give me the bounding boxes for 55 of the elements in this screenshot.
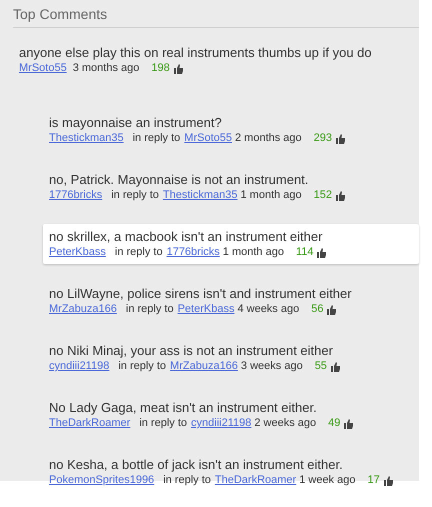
reply-label: in reply to <box>114 245 163 260</box>
timestamp: 3 weeks ago <box>240 359 303 374</box>
reply-label: in reply to <box>118 359 166 374</box>
like-count: 114 <box>296 245 314 260</box>
like-count: 56 <box>311 302 324 317</box>
comment-text: no LilWayne, police sirens isn't and instrument either <box>49 285 353 302</box>
thumbs-up-icon[interactable] <box>327 304 336 314</box>
thumbs-up-icon[interactable] <box>336 134 346 144</box>
username-link[interactable]: PeterKbass <box>49 245 106 260</box>
thumbs-up-icon[interactable] <box>384 476 393 486</box>
timestamp: 2 weeks ago <box>254 416 316 431</box>
timestamp: 3 months ago <box>72 61 140 76</box>
timestamp: 2 months ago <box>235 131 302 146</box>
reply-label: in reply to <box>126 302 174 317</box>
like-count: 49 <box>328 416 340 431</box>
comment-text: No Lady Gaga, meat isn't an instrument either. <box>49 399 318 416</box>
username-link[interactable]: 1776bricks <box>166 245 220 260</box>
username-link[interactable]: PokemonSprites1996 <box>49 473 154 488</box>
reply-label: in reply to <box>163 473 211 488</box>
username-link[interactable]: MrZabuza166 <box>170 359 238 374</box>
username-link[interactable]: cyndiii21198 <box>191 416 252 431</box>
timestamp: 4 weeks ago <box>237 302 300 317</box>
username-link[interactable]: MrSoto55 <box>184 131 232 146</box>
comment-text: is mayonnaise an instrument? <box>49 114 223 131</box>
like-count: 293 <box>314 131 332 146</box>
timestamp: 1 month ago <box>240 188 302 203</box>
reply-label: in reply to <box>139 416 188 431</box>
like-count: 198 <box>151 61 170 76</box>
reply-label: in reply to <box>111 188 159 203</box>
timestamp: 1 month ago <box>222 245 284 260</box>
thumbs-up-icon[interactable] <box>317 248 326 258</box>
thumbs-up-icon[interactable] <box>174 64 183 74</box>
like-count: 17 <box>367 473 380 488</box>
username-link[interactable]: MrSoto55 <box>19 61 67 76</box>
like-count: 152 <box>314 188 332 203</box>
username-link[interactable]: TheDarkRoamer <box>49 416 130 431</box>
comment-text: anyone else play this on real instruments thumbs up if you do <box>19 44 373 61</box>
username-link[interactable]: PeterKbass <box>178 302 234 317</box>
username-link[interactable]: 1776bricks <box>49 188 102 203</box>
username-link[interactable]: TheDarkRoamer <box>214 473 296 488</box>
thumbs-up-icon[interactable] <box>336 190 346 200</box>
username-link[interactable]: cyndiii21198 <box>49 359 110 374</box>
reply-label: in reply to <box>132 131 180 146</box>
comment-text: no skrillex, a macbook isn't an instrument either <box>49 228 324 245</box>
username-link[interactable]: Thestickman35 <box>49 131 124 146</box>
timestamp: 1 week ago <box>299 473 356 488</box>
comment-text: no, Patrick. Mayonnaise is not an instrument. <box>49 171 310 188</box>
section-title: Top Comments <box>13 5 108 24</box>
username-link[interactable]: MrZabuza166 <box>49 302 117 317</box>
comment-text: no Kesha, a bottle of jack isn't an instrument either. <box>49 456 344 473</box>
comment-text: no Niki Minaj, your ass is not an instrument either <box>49 342 334 359</box>
thumbs-up-icon[interactable] <box>330 362 340 372</box>
like-count: 55 <box>314 359 327 374</box>
username-link[interactable]: Thestickman35 <box>162 188 238 203</box>
thumbs-up-icon[interactable] <box>344 418 354 428</box>
